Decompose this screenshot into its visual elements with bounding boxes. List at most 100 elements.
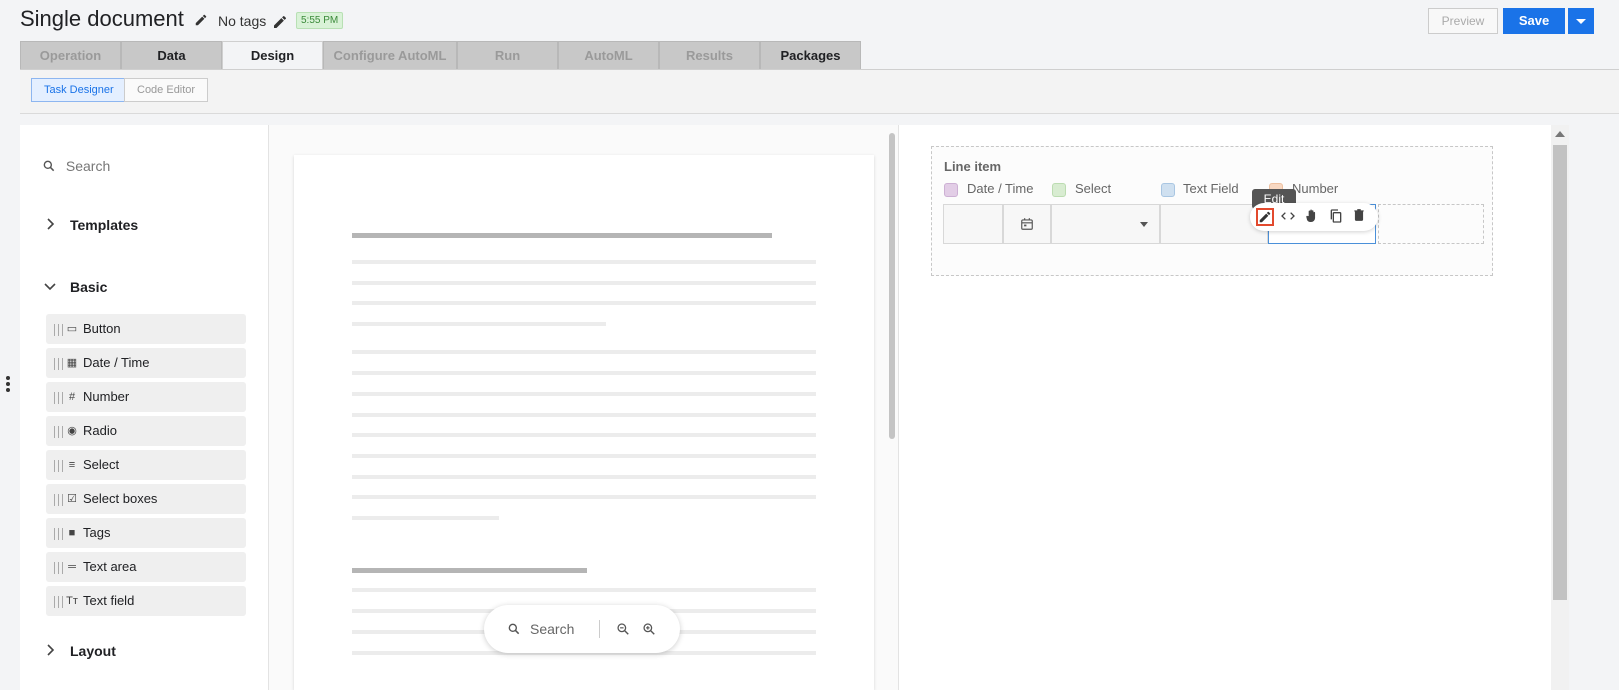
select-dropdown[interactable] [1051, 204, 1160, 244]
skeleton-line [352, 260, 816, 264]
pencil-icon[interactable] [194, 13, 208, 27]
skeleton-line [352, 233, 772, 238]
radio-icon: ◉ [67, 425, 77, 437]
task-designer-button[interactable]: Task Designer [31, 78, 127, 102]
checkbox-icon: ☑ [67, 493, 77, 505]
save-button[interactable]: Save [1503, 8, 1565, 34]
palette-item-label: Select [83, 457, 120, 472]
tab-packages[interactable]: Packages [760, 41, 861, 69]
preview-scrollbar[interactable] [889, 133, 895, 439]
tab-design[interactable]: Design [222, 41, 323, 69]
code-button[interactable] [1280, 208, 1298, 226]
layout-section[interactable]: Layout [46, 643, 116, 661]
tab-automl: AutoML [558, 41, 659, 69]
palette-item-label: Button [83, 321, 121, 336]
select-icon: ≡ [68, 459, 76, 471]
skeleton-line [352, 322, 606, 326]
chevron-right-icon [47, 218, 55, 230]
skeleton-line [352, 392, 816, 396]
zoom-in-icon[interactable] [642, 622, 656, 636]
palette-item-tags[interactable]: ■ Tags [46, 518, 246, 548]
column-label-date-time: Date / Time [967, 181, 1034, 196]
palette-search-placeholder: Search [65, 158, 111, 174]
templates-section[interactable]: Templates [46, 217, 138, 235]
skeleton-line [352, 568, 587, 573]
color-swatch [1161, 183, 1175, 197]
time-badge: 5:55 PM [296, 12, 344, 29]
canvas-scroll-thumb[interactable] [1553, 145, 1567, 600]
color-swatch [944, 183, 958, 197]
palette-item-button[interactable]: ▭ Button [46, 314, 246, 344]
pencil-icon[interactable] [272, 14, 288, 30]
palette-item-label: Text area [83, 559, 137, 574]
text-area-icon: ═ [68, 561, 76, 573]
palette-search[interactable]: Search [42, 158, 110, 174]
tab-operation: Operation [20, 41, 121, 69]
calendar-icon: ▦ [66, 357, 78, 369]
column-label-select: Select [1075, 181, 1112, 196]
document-search-bar: Search [484, 605, 680, 653]
palette-item-text-field[interactable]: Tт Text field [46, 586, 246, 616]
palette-item-date-time[interactable]: ▦ Date / Time [46, 348, 246, 378]
date-time-input[interactable] [943, 204, 1003, 244]
chevron-down-icon [44, 283, 56, 291]
tags-label: No tags [218, 13, 267, 29]
tab-results: Results [659, 41, 760, 69]
skeleton-line [352, 281, 816, 285]
caret-down-icon [1140, 222, 1148, 227]
palette-item-select[interactable]: ≡ Select [46, 450, 246, 480]
line-item-title: Line item [944, 159, 1002, 174]
palette-item-radio[interactable]: ◉ Radio [46, 416, 246, 446]
form-designer-canvas: Line item Date / Time Select Text Field … [898, 125, 1552, 690]
column-label-number: Number [1292, 181, 1339, 196]
palette-item-label: Number [83, 389, 130, 404]
layout-label: Layout [70, 643, 116, 659]
skeleton-line [352, 495, 816, 499]
component-action-bar [1250, 203, 1378, 231]
zoom-out-icon[interactable] [616, 622, 630, 636]
more-vertical-icon[interactable] [6, 376, 10, 394]
skeleton-line [352, 475, 816, 479]
column-label-text-field: Text Field [1183, 181, 1239, 196]
text-field-icon: Tт [66, 595, 78, 607]
date-picker-button[interactable] [1003, 204, 1051, 244]
line-item-component[interactable]: Line item Date / Time Select Text Field … [931, 146, 1493, 276]
copy-button[interactable] [1328, 208, 1346, 226]
search-icon[interactable] [507, 622, 521, 636]
skeleton-line [352, 371, 816, 375]
code-editor-button[interactable]: Code Editor [124, 78, 209, 102]
tab-configure-automl: Configure AutoML [323, 41, 457, 69]
tag-icon: ■ [68, 527, 76, 539]
color-swatch [1052, 183, 1066, 197]
edit-button[interactable] [1256, 208, 1274, 226]
skeleton-line [352, 516, 499, 520]
palette-item-text-area[interactable]: ═ Text area [46, 552, 246, 582]
skeleton-line [352, 433, 816, 437]
scroll-up-arrow-icon[interactable] [1555, 131, 1565, 137]
divider [599, 620, 600, 638]
palette-item-label: Radio [83, 423, 117, 438]
document-title-text: Single document [20, 6, 184, 31]
palette-item-label: Text field [83, 593, 135, 608]
tags-field[interactable]: No tags [218, 13, 288, 30]
basic-section[interactable]: Basic [44, 279, 107, 297]
templates-label: Templates [70, 217, 139, 233]
button-icon: ▭ [66, 323, 78, 335]
palette-item-label: Select boxes [83, 491, 158, 506]
preview-button[interactable]: Preview [1428, 8, 1498, 34]
document-search-placeholder[interactable]: Search [530, 621, 574, 637]
move-button[interactable] [1304, 208, 1322, 226]
palette-item-select-boxes[interactable]: ☑ Select boxes [46, 484, 246, 514]
save-dropdown-button[interactable] [1568, 8, 1594, 34]
hand-icon [1306, 209, 1316, 222]
chevron-right-icon [47, 644, 55, 656]
skeleton-line [352, 588, 816, 592]
add-column-dropzone[interactable] [1378, 204, 1484, 244]
pencil-icon [1259, 211, 1271, 223]
search-icon [43, 160, 55, 172]
trash-icon [1354, 209, 1364, 221]
palette-item-number[interactable]: # Number [46, 382, 246, 412]
delete-button[interactable] [1352, 208, 1370, 226]
tab-data[interactable]: Data [121, 41, 222, 69]
skeleton-line [352, 454, 816, 458]
